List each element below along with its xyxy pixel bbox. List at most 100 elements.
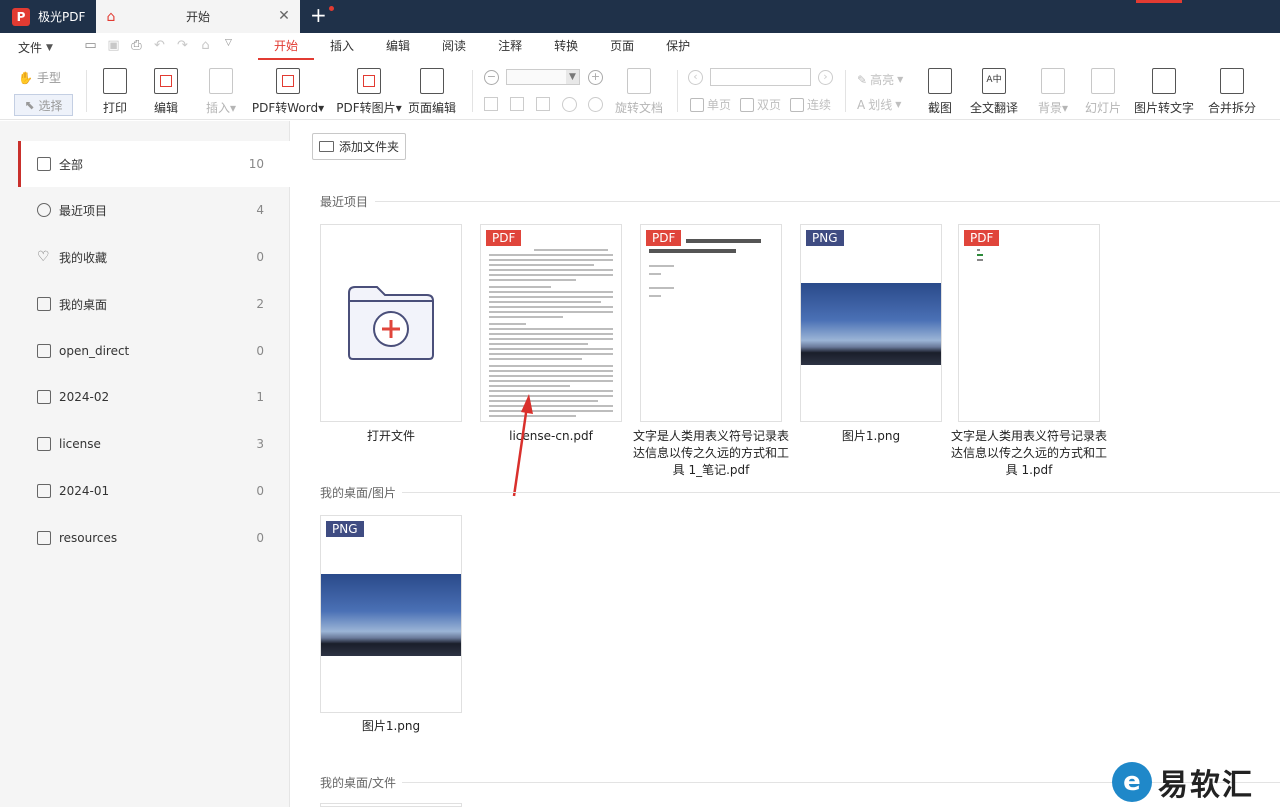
red-arrow-annotation	[512, 394, 533, 497]
full-translate-button[interactable]: A中 全文翻译	[970, 60, 1018, 116]
ribbon-divider	[472, 70, 473, 112]
sidebar-item-recent[interactable]: 最近项目 4	[18, 187, 290, 233]
menu-tab-convert[interactable]: 转换	[538, 33, 594, 60]
slideshow-label: 幻灯片	[1085, 101, 1122, 115]
image-to-text-label: 图片转文字	[1134, 101, 1195, 115]
redo-icon[interactable]: ↷	[174, 38, 191, 53]
card-label: license-cn.pdf	[509, 429, 593, 443]
pdf-to-word-icon	[276, 68, 300, 94]
rotate-doc-icon	[627, 68, 651, 94]
open-file-card[interactable]	[320, 224, 462, 422]
tab-start[interactable]: ⌂ 开始 ✕	[96, 0, 300, 33]
insert-button[interactable]: 插入▾	[203, 60, 239, 116]
hand-tool-button[interactable]: ✋ 手型	[18, 69, 61, 86]
fit-page-icon[interactable]	[484, 97, 498, 111]
continuous-icon	[790, 97, 804, 112]
highlight-button[interactable]: ✎ 高亮 ▼	[857, 71, 903, 88]
folder-icon	[318, 141, 334, 152]
double-page-button[interactable]: 双页	[740, 96, 781, 113]
pdf-to-word-button[interactable]: PDF转Word▾	[252, 60, 324, 116]
menu-tab-page[interactable]: 页面	[594, 33, 650, 60]
slideshow-button[interactable]: 幻灯片	[1085, 60, 1121, 116]
plus-icon: +	[310, 3, 327, 27]
page-edit-button[interactable]: 页面编辑	[408, 60, 456, 116]
grid-icon	[37, 157, 51, 171]
pdf-to-image-button[interactable]: PDF转图片▾	[336, 60, 402, 116]
file-card-image-png[interactable]: PNG	[800, 224, 942, 422]
ribbon-divider	[845, 70, 846, 112]
window-accent-bar	[1136, 0, 1182, 3]
printer-icon	[103, 68, 127, 94]
edit-button[interactable]: 编辑	[150, 60, 182, 116]
page-number-input[interactable]	[710, 68, 811, 86]
background-button[interactable]: 背景▾	[1035, 60, 1071, 116]
file-card-partial[interactable]	[320, 803, 462, 807]
rotate-doc-button[interactable]: 旋转文档	[615, 60, 663, 116]
select-tool-button[interactable]: ⬉ 选择	[14, 94, 73, 116]
app-tab[interactable]: P 极光PDF	[0, 0, 96, 33]
rotate-right-icon[interactable]	[588, 97, 603, 112]
sidebar-item-label: 2024-01	[59, 484, 110, 498]
sidebar-item-resources[interactable]: resources 0	[18, 515, 290, 561]
file-menu[interactable]: 文件 ▼	[18, 39, 53, 56]
close-tab-icon[interactable]: ✕	[276, 8, 292, 24]
sidebar-item-favorites[interactable]: ♡ 我的收藏 0	[18, 234, 290, 280]
menu-tabs: 开始 插入 编辑 阅读 注释 转换 页面 保护	[258, 33, 706, 60]
file-menu-label: 文件	[18, 41, 43, 55]
sidebar-item-2024-02[interactable]: 2024-02 1	[18, 374, 290, 420]
new-tab-button[interactable]: +	[310, 3, 334, 28]
select-tool-label: 选择	[38, 98, 63, 113]
menu-tab-annotate[interactable]: 注释	[482, 33, 538, 60]
strikethrough-label: 划线	[868, 98, 893, 112]
save-icon[interactable]: ▣	[105, 38, 122, 53]
watermark: e 易软汇	[1112, 760, 1254, 804]
menu-tab-protect[interactable]: 保护	[650, 33, 706, 60]
sidebar-item-count: 1	[256, 390, 264, 404]
next-page-icon[interactable]: ›	[818, 70, 833, 85]
sidebar-item-all[interactable]: 全部 10	[18, 141, 290, 187]
sidebar-item-desktop[interactable]: 我的桌面 2	[18, 281, 290, 327]
print-small-icon[interactable]: ⎙	[128, 38, 145, 53]
sidebar-item-label: 全部	[59, 157, 84, 172]
sidebar-item-count: 0	[256, 344, 264, 358]
menu-tab-insert[interactable]: 插入	[314, 33, 370, 60]
file-card-text-pdf[interactable]: PDF	[958, 224, 1100, 422]
fit-width-icon[interactable]	[536, 97, 550, 111]
undo-icon[interactable]: ↶	[151, 38, 168, 53]
file-card-notes-pdf[interactable]: PDF	[640, 224, 782, 422]
prev-page-icon[interactable]: ‹	[688, 70, 703, 85]
single-page-icon	[690, 97, 704, 112]
customize-icon[interactable]: ▽	[220, 38, 237, 53]
continuous-button[interactable]: 连续	[790, 96, 831, 113]
strikethrough-button[interactable]: A 划线 ▼	[857, 96, 901, 113]
heart-icon: ♡	[37, 249, 50, 265]
add-folder-button[interactable]: 添加文件夹	[312, 133, 406, 160]
print-button[interactable]: 打印	[100, 60, 130, 116]
sidebar-item-label: 最近项目	[59, 203, 108, 218]
file-card-desktop-image-png[interactable]: PNG	[320, 515, 462, 713]
section-divider	[375, 201, 1280, 202]
sidebar-item-2024-01[interactable]: 2024-01 0	[18, 468, 290, 514]
page-grid-icon	[420, 68, 444, 94]
screenshot-button[interactable]: 截图	[926, 60, 954, 116]
ribbon-divider	[677, 70, 678, 112]
zoom-out-icon[interactable]: −	[484, 70, 499, 85]
actual-size-icon[interactable]	[510, 97, 524, 111]
merge-split-button[interactable]: 合并拆分	[1208, 60, 1256, 116]
menu-tab-edit[interactable]: 编辑	[370, 33, 426, 60]
image-to-text-button[interactable]: 图片转文字	[1134, 60, 1195, 116]
rotate-left-icon[interactable]	[562, 97, 577, 112]
home-small-icon[interactable]: ⌂	[197, 38, 214, 53]
merge-split-label: 合并拆分	[1208, 101, 1257, 115]
insert-icon	[209, 68, 233, 94]
single-page-button[interactable]: 单页	[690, 96, 731, 113]
menu-tab-read[interactable]: 阅读	[426, 33, 482, 60]
open-folder-icon[interactable]: ▭	[82, 38, 99, 53]
sidebar-item-license[interactable]: license 3	[18, 421, 290, 467]
section-divider	[402, 492, 1280, 493]
zoom-select[interactable]: ▼	[506, 69, 580, 85]
zoom-in-icon[interactable]: +	[588, 70, 603, 85]
sidebar-item-count: 0	[256, 250, 264, 264]
sidebar-item-open-direct[interactable]: open_direct 0	[18, 328, 290, 374]
menu-tab-start[interactable]: 开始	[258, 33, 315, 60]
